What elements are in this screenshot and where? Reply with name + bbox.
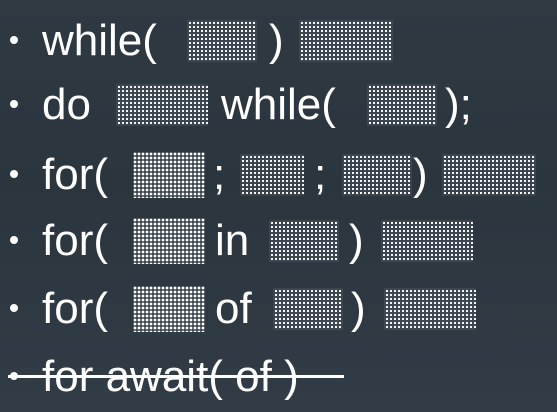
of-keyword: of (215, 284, 252, 333)
bullet-icon (10, 236, 18, 244)
for-keyword: for( (42, 284, 108, 333)
close-paren: ) (351, 284, 366, 333)
placeholder-statement (299, 20, 393, 62)
bullet-icon (10, 36, 18, 44)
close-paren: ) (349, 216, 364, 265)
placeholder-statement (384, 288, 476, 330)
placeholder-condition (187, 20, 257, 62)
placeholder-statement (381, 220, 473, 262)
while-keyword: while( (221, 80, 336, 129)
placeholder-condition (367, 84, 437, 126)
line-for-in: for( in ) (0, 212, 557, 270)
placeholder-statement (116, 84, 208, 126)
bullet-icon (10, 100, 18, 108)
placeholder-declaration (133, 286, 205, 332)
line-for: for( ; ; ) (0, 146, 557, 204)
bullet-icon (10, 170, 18, 178)
placeholder-statement (442, 154, 536, 196)
close-paren: ) (269, 16, 284, 65)
do-keyword: do (42, 80, 91, 129)
placeholder-condition (240, 154, 304, 196)
placeholder-declaration (133, 218, 205, 264)
line-for-of: for( of ) (0, 280, 557, 338)
for-keyword: for( (42, 150, 108, 199)
placeholder-expression (269, 220, 339, 262)
semicolon-1: ; (213, 150, 226, 199)
placeholder-update (342, 154, 412, 196)
strikethrough-line (8, 375, 344, 378)
bullet-icon (10, 304, 18, 312)
placeholder-expression (273, 288, 343, 330)
for-keyword: for( (42, 216, 108, 265)
in-keyword: in (215, 216, 250, 265)
close-paren-semicolon: ); (445, 80, 472, 129)
while-keyword: while( (42, 16, 157, 65)
placeholder-init (133, 152, 205, 198)
line-do-while: do while( ); (0, 76, 557, 134)
close-paren: ) (413, 150, 428, 199)
line-while: while( ) (0, 12, 557, 70)
semicolon-2: ; (314, 150, 327, 199)
